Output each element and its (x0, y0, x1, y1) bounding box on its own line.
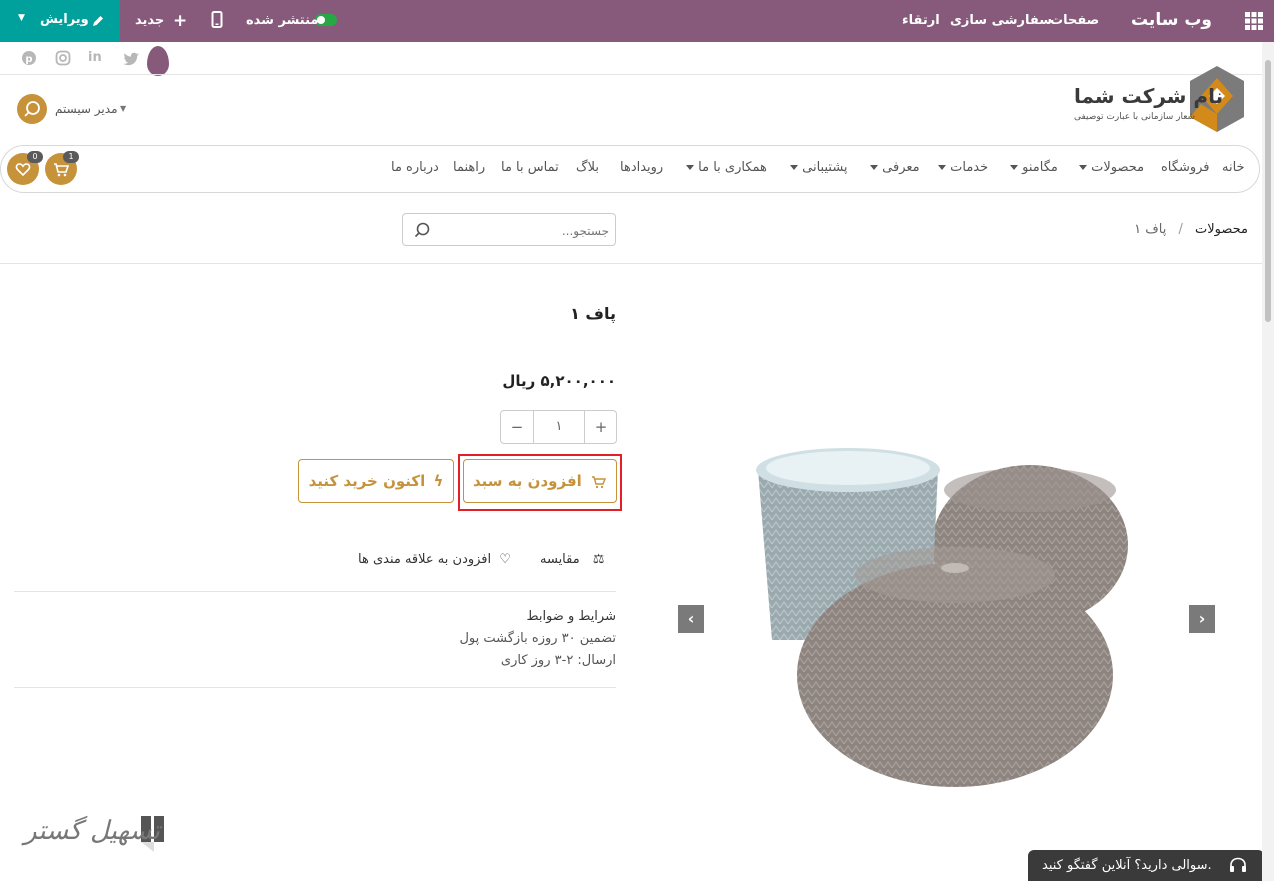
nav-home[interactable]: خانه (1222, 160, 1245, 175)
watermark-text: تسهیل گستر (24, 816, 160, 846)
scrollbar-thumb[interactable] (1265, 60, 1271, 322)
compare-button[interactable]: مقایسه ⚖ (540, 548, 604, 567)
caret-down-icon (870, 165, 878, 170)
search-icon[interactable] (413, 221, 431, 239)
wishlist-add-button[interactable]: افزودن به علاقه مندی ها ♡ (358, 548, 511, 567)
twitter-icon[interactable] (122, 51, 140, 66)
wishlist-count-badge: 0 (27, 151, 43, 163)
breadcrumb-current: پاف ۱ (1134, 222, 1167, 237)
nav-blog[interactable]: بلاگ (576, 160, 599, 175)
details-divider-top (14, 591, 616, 592)
apps-grid-icon[interactable] (1244, 11, 1264, 31)
nav-careers[interactable]: همکاری با ما (682, 160, 767, 175)
caret-down-icon (938, 165, 946, 170)
edit-label: ویرایش (40, 12, 89, 27)
nav-contact[interactable]: تماس با ما (501, 160, 559, 175)
user-name: مدیر سیستم (55, 102, 118, 116)
buy-now-label: اکنون خرید کنید (308, 472, 426, 490)
svg-text:p: p (25, 54, 32, 65)
published-label[interactable]: منتشر شده (246, 13, 318, 28)
nav-support[interactable]: پشتیبانی (786, 160, 848, 175)
search-box (402, 213, 616, 246)
caret-down-icon (1079, 165, 1087, 170)
product-title: پاف ۱ (570, 304, 616, 323)
cart-count-badge: 1 (63, 151, 79, 163)
caret-down-icon (686, 165, 694, 170)
nav-shop[interactable]: فروشگاه (1161, 160, 1210, 175)
details-divider-bottom (14, 687, 616, 688)
caret-down-icon: ▼ (120, 104, 127, 113)
pinterest-icon[interactable]: p (21, 50, 37, 66)
headset-icon (1228, 856, 1248, 876)
lightning-icon: ϟ (433, 472, 444, 490)
product-price: ۵,۲۰۰,۰۰۰ ریال (502, 372, 616, 390)
company-slogan: شعار سازمانی با عبارت توصیفی (1074, 112, 1196, 122)
admin-bar: وب سایت صفحات سفارشی سازی ارتقاء منتشر ش… (0, 0, 1274, 42)
pencil-icon (91, 13, 105, 27)
new-button[interactable]: جدید + (121, 0, 199, 42)
search-input[interactable] (437, 220, 611, 242)
heart-icon: ♡ (499, 552, 511, 567)
wishlist-add-label: افزودن به علاقه مندی ها (358, 552, 492, 567)
nav-help[interactable]: راهنما (453, 160, 485, 175)
breadcrumb: محصولات / پاف ۱ (1134, 222, 1248, 237)
carousel-next-button[interactable]: › (1189, 605, 1215, 633)
nav-about[interactable]: درباره ما (391, 160, 439, 175)
nav-megamenu[interactable]: مگامنو (1006, 160, 1058, 175)
user-menu[interactable]: مدیر سیستم ▼ (17, 94, 157, 124)
avatar (17, 94, 47, 124)
scale-icon: ⚖ (592, 552, 605, 567)
caret-down-icon: ▼ (18, 13, 25, 23)
menu-pages[interactable]: صفحات (1050, 13, 1099, 28)
caret-down-icon (1010, 165, 1018, 170)
quantity-input[interactable]: ۱ (534, 411, 584, 443)
terms-line-guarantee: تضمین ۳۰ روزه بازگشت پول (459, 631, 616, 646)
plus-icon: + (173, 11, 188, 31)
drop-pin-icon (147, 46, 169, 76)
terms-line-shipping: ارسال: ۲-۳ روز کاری (500, 653, 616, 668)
edit-button[interactable]: ▼ ویرایش (0, 0, 120, 42)
new-label: جدید (135, 13, 165, 28)
company-name: نام شرکت شما (1074, 84, 1224, 108)
social-divider (0, 74, 1262, 75)
breadcrumb-separator: / (1178, 222, 1183, 237)
compare-label: مقایسه (540, 552, 580, 567)
caret-down-icon (790, 165, 798, 170)
nav-intro[interactable]: معرفی (866, 160, 920, 175)
menu-upgrade[interactable]: ارتقاء (902, 13, 940, 28)
quantity-increase-button[interactable]: + (584, 411, 617, 443)
nav-events[interactable]: رویدادها (620, 160, 663, 175)
chat-label: سوالی دارید؟ آنلاین گفتگو کنید. (1042, 858, 1212, 873)
nav-services[interactable]: خدمات (934, 160, 988, 175)
product-image (740, 440, 1150, 790)
header-divider (0, 263, 1262, 264)
quantity-stepper: − ۱ + (500, 410, 617, 444)
linkedin-icon[interactable]: in (88, 50, 102, 65)
breadcrumb-products[interactable]: محصولات (1195, 222, 1248, 237)
mobile-preview-icon[interactable] (211, 11, 223, 29)
buy-now-button[interactable]: اکنون خرید کنید ϟ (298, 459, 454, 503)
carousel-prev-button[interactable]: ‹ (678, 605, 704, 633)
app-title[interactable]: وب سایت (1131, 10, 1212, 30)
highlight-box (458, 454, 622, 511)
quantity-decrease-button[interactable]: − (501, 411, 534, 443)
menu-customize[interactable]: سفارشی سازی (950, 13, 1052, 28)
live-chat-button[interactable]: سوالی دارید؟ آنلاین گفتگو کنید. (1028, 850, 1264, 881)
terms-title: شرایط و ضوابط (526, 609, 616, 624)
instagram-icon[interactable] (55, 50, 71, 66)
nav-products[interactable]: محصولات (1075, 160, 1144, 175)
